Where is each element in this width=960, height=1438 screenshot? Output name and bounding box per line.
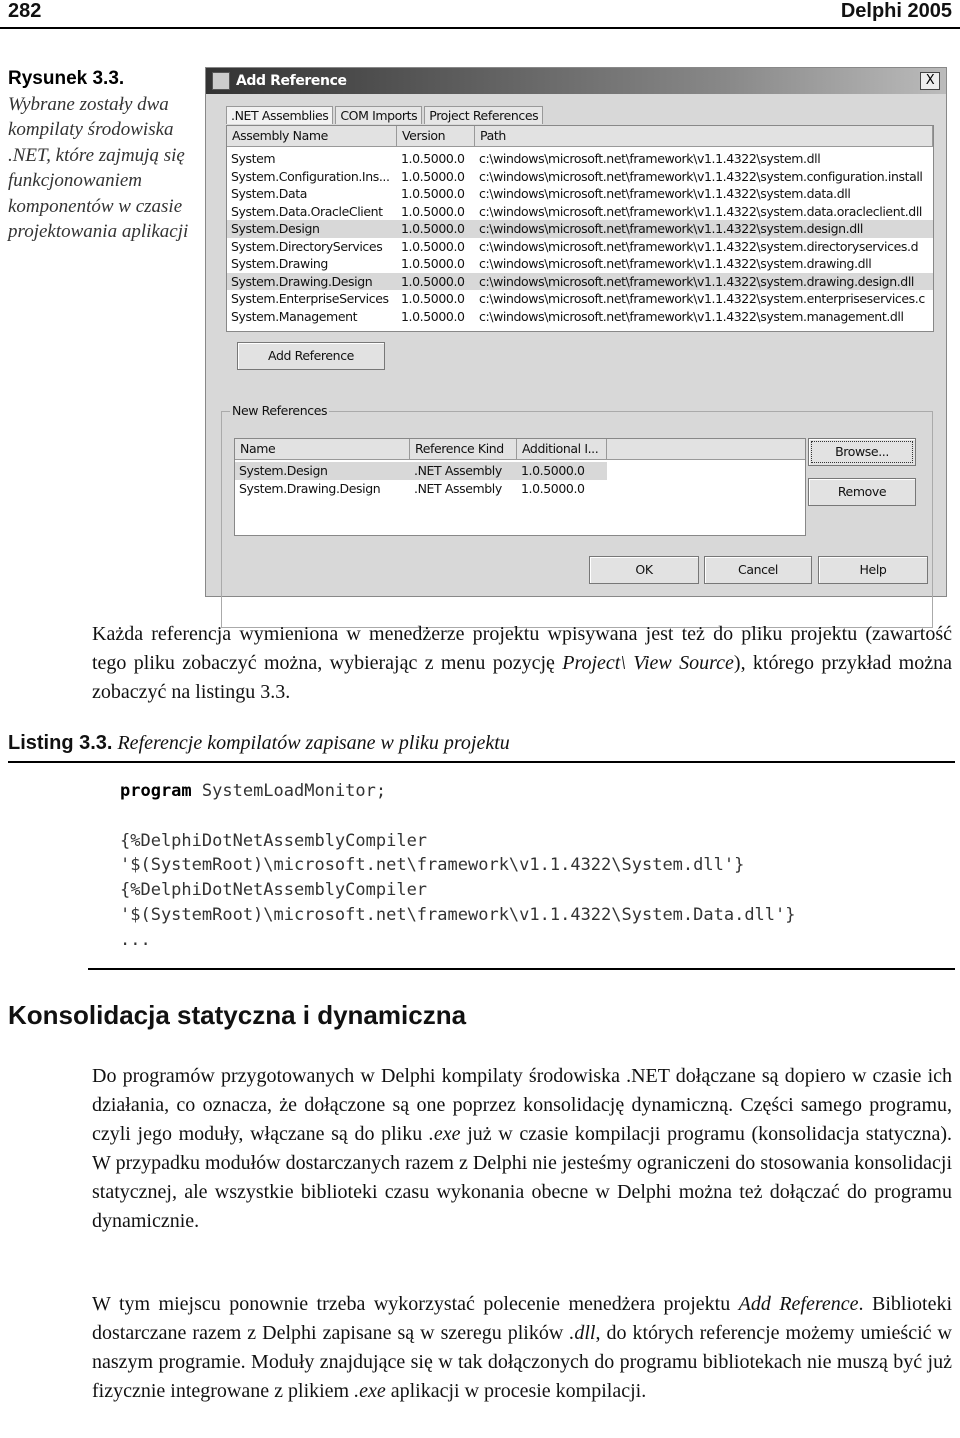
paragraph-2: W tym miejscu ponownie trzeba wykorzysta…	[92, 1293, 953, 1402]
tab-project-references[interactable]: Project References	[424, 106, 544, 124]
listing-caption: Listing 3.3. Referencje kompilatów zapis…	[8, 732, 510, 754]
cell-name: System.Drawing	[231, 256, 328, 271]
help-button[interactable]: Help	[818, 556, 928, 584]
cell-path: c:\windows\microsoft.net\framework\v1.1.…	[479, 203, 922, 219]
assembly-row[interactable]: System.EnterpriseServices 1.0.5000.0 c:\wi…	[227, 290, 933, 308]
cell-name: System.Drawing.Design	[231, 273, 373, 289]
assembly-row[interactable]: System.Design 1.0.5000.0 c:\windows\micros…	[227, 220, 933, 238]
cell-name: System.Design	[231, 221, 320, 236]
cell-version: 1.0.5000.0	[401, 238, 465, 254]
cell-name: System.Configuration.Ins...	[231, 168, 390, 184]
col-additional-info[interactable]: Additional I...	[517, 439, 607, 459]
header-rule	[0, 27, 960, 29]
cell-version: 1.0.5000.0	[401, 203, 465, 219]
add-reference-dialog: Add Reference X .NET Assemblies COM Impo…	[205, 67, 947, 628]
tab-net-assemblies[interactable]: .NET Assemblies	[226, 106, 334, 124]
page-number: 282	[8, 0, 42, 22]
cell-name: System.EnterpriseServices	[231, 291, 389, 306]
new-reference-row[interactable]: System.Design .NET Assembly 1.0.5000.0	[235, 462, 607, 480]
assembly-list[interactable]: Assembly Name Version Path System 1.0.500…	[226, 125, 934, 332]
cell: 1.0.5000.0	[521, 480, 585, 496]
cell-path: c:\windows\microsoft.net\framework\v1.1.…	[479, 168, 923, 184]
app-icon	[212, 72, 230, 90]
cell-version: 1.0.5000.0	[401, 221, 465, 236]
cell: System.Design	[239, 463, 328, 478]
assembly-row[interactable]: System.Data 1.0.5000.0 c:\windows\microsof…	[227, 185, 933, 203]
close-button[interactable]: X	[920, 72, 940, 90]
browse-button[interactable]: Browse...	[808, 438, 916, 466]
col-name[interactable]: Name	[235, 439, 410, 459]
col-version[interactable]: Version	[397, 126, 475, 146]
cell-path: c:\windows\microsoft.net\framework\v1.1.…	[479, 256, 872, 271]
cell-path: c:\windows\microsoft.net\framework\v1.1.…	[479, 221, 863, 236]
assembly-row[interactable]: System.Configuration.Ins... 1.0.5000.0 c:\…	[227, 168, 933, 186]
listing-top-rule	[8, 761, 955, 763]
figure-caption: Rysunek 3.3. Wybrane zostały dwa kompilat…	[8, 68, 189, 242]
cell-version: 1.0.5000.0	[401, 186, 465, 201]
cell: 1.0.5000.0	[521, 463, 585, 478]
col-reference-kind[interactable]: Reference Kind	[410, 439, 517, 459]
cell-path: c:\windows\microsoft.net\framework\v1.1.…	[479, 273, 914, 289]
dialog-titlebar: Add Reference	[206, 68, 946, 94]
col-path[interactable]: Path	[475, 126, 933, 146]
tab-com-imports[interactable]: COM Imports	[335, 106, 423, 124]
remove-button[interactable]: Remove	[808, 478, 916, 506]
cell-version: 1.0.5000.0	[401, 308, 465, 324]
cell-path: c:\windows\microsoft.net\framework\v1.1.…	[479, 308, 904, 324]
assembly-row[interactable]: System.Management 1.0.5000.0 c:\windows\mi…	[227, 308, 933, 326]
cell-version: 1.0.5000.0	[401, 256, 465, 271]
cell: .NET Assembly	[414, 480, 502, 496]
section-heading: Konsolidacja statyczna i dynamiczna	[8, 1000, 467, 1030]
cell-version: 1.0.5000.0	[401, 168, 465, 184]
cell: System.Drawing.Design	[239, 480, 381, 496]
cell-version: 1.0.5000.0	[401, 273, 465, 289]
paragraph-1: Do programów przygotowanych w Delphi kom…	[92, 1065, 952, 1232]
new-reference-row[interactable]: System.Drawing.Design .NET Assembly 1.0.50…	[235, 480, 805, 498]
cell-path: c:\windows\microsoft.net\framework\v1.1.…	[479, 186, 851, 201]
assembly-row[interactable]: System.DirectoryServices 1.0.5000.0 c:\win…	[227, 238, 933, 256]
listing-bottom-rule	[88, 968, 955, 970]
assembly-row[interactable]: System.Drawing.Design 1.0.5000.0 c:\window…	[227, 272, 933, 290]
new-references-list[interactable]: Name Reference Kind Additional I... Syst…	[234, 438, 806, 536]
figure-label: Rysunek 3.3.	[8, 68, 125, 89]
assembly-row[interactable]: System.Drawing 1.0.5000.0 c:\windows\micro…	[227, 255, 933, 273]
cell-name: System.Management	[231, 308, 358, 324]
col-assembly-name[interactable]: Assembly Name	[227, 126, 397, 146]
cell-path: c:\windows\microsoft.net\framework\v1.1.…	[479, 238, 919, 254]
cancel-button[interactable]: Cancel	[704, 556, 812, 584]
code-listing: program SystemLoadMonitor; {%DelphiDotNe…	[120, 781, 796, 950]
cell-name: System.Data	[231, 186, 308, 201]
running-title: Delphi 2005	[840, 0, 952, 22]
cell-name: System	[231, 151, 276, 166]
ok-button[interactable]: OK	[589, 556, 699, 584]
paragraph-intro: Każda referencja wymieniona w menedżerze…	[92, 623, 952, 703]
assembly-row[interactable]: System 1.0.5000.0 c:\windows\microsoft.net…	[227, 150, 933, 168]
assembly-row[interactable]: System.Data.OracleClient 1.0.5000.0 c:\win…	[227, 203, 933, 221]
cell: .NET Assembly	[414, 463, 502, 478]
cell-name: System.Data.OracleClient	[231, 203, 383, 219]
new-references-group: New References Name Reference Kind Addit…	[221, 403, 933, 628]
cell-name: System.DirectoryServices	[231, 238, 383, 254]
add-reference-button[interactable]: Add Reference	[237, 342, 385, 370]
cell-path: c:\windows\microsoft.net\framework\v1.1.…	[479, 291, 925, 306]
cell-path: c:\windows\microsoft.net\framework\v1.1.…	[479, 151, 821, 166]
cell-version: 1.0.5000.0	[401, 151, 465, 166]
cell-version: 1.0.5000.0	[401, 291, 465, 306]
